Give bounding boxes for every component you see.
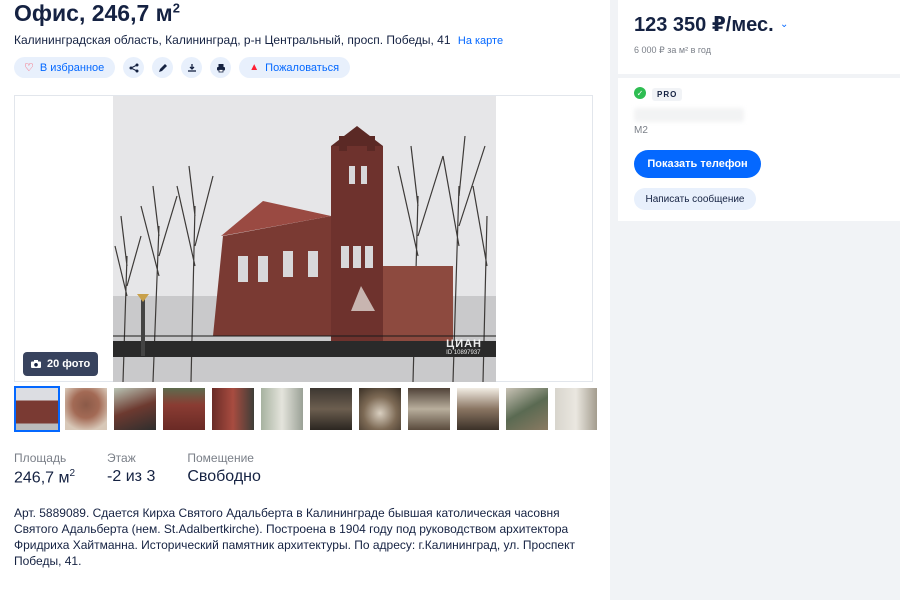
thumbnail[interactable]	[357, 386, 403, 432]
print-icon	[216, 63, 225, 72]
column-divider	[610, 0, 618, 600]
download-button[interactable]	[181, 57, 203, 78]
fact-area: Площадь 246,7 м2	[14, 451, 75, 487]
fact-value: 246,7 м2	[14, 468, 76, 487]
fact-premises: Помещение Свободно	[187, 451, 261, 487]
camera-icon	[31, 360, 41, 368]
pencil-icon	[158, 63, 167, 72]
agent-card: ✓ PRO М2 Показать телефон Написать сообщ…	[618, 78, 900, 221]
write-message-button[interactable]: Написать сообщение	[634, 188, 756, 210]
chevron-down-icon[interactable]: ⌄	[780, 19, 788, 30]
thumbnail[interactable]	[161, 386, 207, 432]
thumbnail[interactable]	[406, 386, 452, 432]
thumbnail[interactable]	[259, 386, 305, 432]
fact-floor: Этаж -2 из 3	[107, 451, 155, 487]
report-button[interactable]: ▲ Пожаловаться	[239, 57, 351, 78]
map-link[interactable]: На карте	[458, 35, 503, 47]
agent-subtitle: М2	[634, 125, 648, 136]
thumbnail[interactable]	[112, 386, 158, 432]
action-bar: ♡ В избранное ▲ Пожаловаться	[14, 57, 351, 78]
watermark: ЦИАН ID 10897937	[446, 338, 482, 356]
price-per-m2: 6 000 ₽ за м² в год	[634, 45, 711, 55]
verified-check-icon: ✓	[634, 87, 646, 99]
edit-button[interactable]	[152, 57, 174, 78]
church-photo	[113, 96, 496, 382]
thumbnail[interactable]	[14, 386, 60, 432]
favorite-label: В избранное	[39, 61, 105, 74]
heart-icon: ♡	[24, 62, 34, 74]
pro-badge: PRO	[652, 88, 683, 101]
share-icon	[129, 63, 139, 72]
listing-description: Арт. 5889089. Сдается Кирха Святого Адал…	[14, 506, 575, 568]
address-text: Калининградская область, Калининград, р-…	[14, 33, 451, 47]
photo-gallery[interactable]: ЦИАН ID 10897937 20 фото	[14, 95, 593, 382]
thumbnail[interactable]	[308, 386, 354, 432]
fact-value: Свободно	[187, 468, 261, 485]
fact-label: Помещение	[187, 451, 254, 465]
listing-main: Офис, 246,7 м2 Калининградская область, …	[0, 0, 610, 600]
address: Калининградская область, Калининград, р-…	[14, 33, 503, 47]
thumbnail-strip	[14, 386, 599, 432]
thumbnail[interactable]	[553, 386, 599, 432]
page-title: Офис, 246,7 м2	[14, 0, 180, 26]
share-button[interactable]	[123, 57, 145, 78]
price: 123 350 ₽/мес.	[634, 14, 774, 36]
thumbnail[interactable]	[504, 386, 550, 432]
favorite-button[interactable]: ♡ В избранное	[14, 57, 116, 78]
thumbnail[interactable]	[210, 386, 256, 432]
key-facts: Площадь 246,7 м2 Этаж -2 из 3 Помещение …	[14, 451, 293, 487]
thumbnail[interactable]	[63, 386, 109, 432]
photo-count-label: 20 фото	[47, 358, 91, 370]
price-card: 123 350 ₽/мес. ⌄ 6 000 ₽ за м² в год	[618, 0, 900, 74]
fact-value: -2 из 3	[107, 468, 156, 485]
warning-icon: ▲	[249, 62, 260, 73]
main-photo[interactable]: ЦИАН ID 10897937	[113, 96, 496, 382]
print-button[interactable]	[210, 57, 232, 78]
agent-name-blurred	[634, 108, 744, 122]
download-icon	[187, 63, 196, 72]
photo-count-badge[interactable]: 20 фото	[23, 352, 99, 376]
show-phone-button[interactable]: Показать телефон	[634, 150, 761, 178]
report-label: Пожаловаться	[265, 61, 340, 74]
fact-label: Площадь	[14, 451, 67, 465]
thumbnail[interactable]	[455, 386, 501, 432]
fact-label: Этаж	[107, 451, 136, 465]
